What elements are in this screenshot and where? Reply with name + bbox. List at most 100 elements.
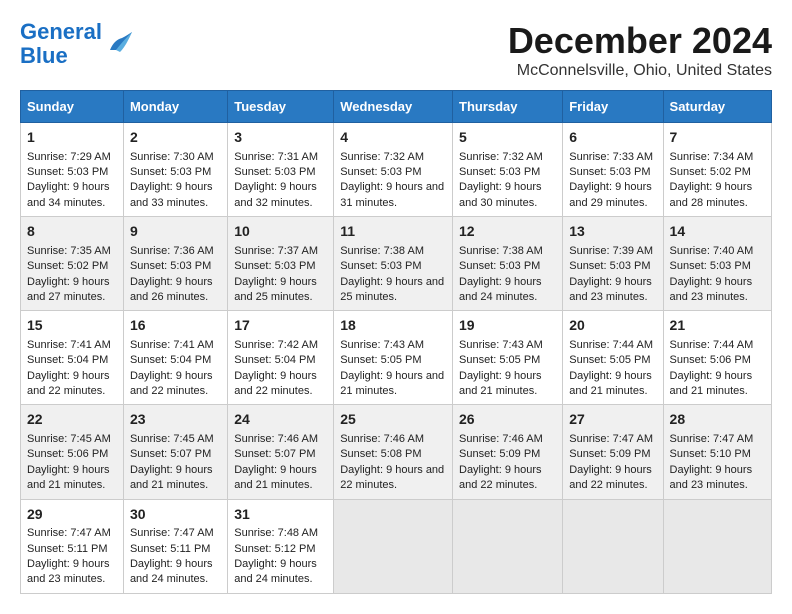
main-title: December 2024	[508, 20, 772, 62]
day-info: Daylight: 9 hours and 22 minutes.	[234, 369, 327, 400]
day-info: Sunrise: 7:37 AM	[234, 244, 327, 259]
day-info: Sunset: 5:03 PM	[130, 259, 221, 274]
day-number: 25	[340, 410, 446, 430]
day-info: Sunrise: 7:47 AM	[130, 526, 221, 541]
day-info: Sunrise: 7:45 AM	[27, 432, 117, 447]
column-header-tuesday: Tuesday	[228, 91, 334, 123]
day-info: Sunrise: 7:29 AM	[27, 150, 117, 165]
day-info: Sunset: 5:05 PM	[569, 353, 656, 368]
day-info: Sunset: 5:11 PM	[130, 542, 221, 557]
day-info: Sunrise: 7:41 AM	[27, 338, 117, 353]
calendar-cell: 13Sunrise: 7:39 AMSunset: 5:03 PMDayligh…	[563, 217, 663, 311]
calendar-cell: 25 Sunrise: 7:46 AMSunset: 5:08 PMDayligh…	[334, 405, 453, 499]
day-info: Daylight: 9 hours and 22 minutes.	[130, 369, 221, 400]
day-number: 31	[234, 505, 327, 525]
day-info: Sunset: 5:03 PM	[670, 259, 765, 274]
day-number: 24	[234, 410, 327, 430]
day-info: Sunrise: 7:39 AM	[569, 244, 656, 259]
day-number: 19	[459, 316, 556, 336]
day-info: Sunrise: 7:30 AM	[130, 150, 221, 165]
calendar-cell: 22Sunrise: 7:45 AMSunset: 5:06 PMDayligh…	[21, 405, 124, 499]
day-info: Sunset: 5:02 PM	[670, 165, 765, 180]
calendar-week-row: 1Sunrise: 7:29 AMSunset: 5:03 PMDaylight…	[21, 123, 772, 217]
calendar-cell: 30Sunrise: 7:47 AMSunset: 5:11 PMDayligh…	[123, 499, 227, 593]
day-info: Daylight: 9 hours and 23 minutes.	[569, 275, 656, 306]
day-number: 8	[27, 222, 117, 242]
calendar-cell	[334, 499, 453, 593]
calendar-week-row: 15Sunrise: 7:41 AMSunset: 5:04 PMDayligh…	[21, 311, 772, 405]
day-info: Sunrise: 7:47 AM	[27, 526, 117, 541]
calendar-cell: 7Sunrise: 7:34 AMSunset: 5:02 PMDaylight…	[663, 123, 771, 217]
title-section: December 2024 McConnelsville, Ohio, Unit…	[508, 20, 772, 80]
day-info: Sunset: 5:03 PM	[459, 165, 556, 180]
calendar-cell: 23Sunrise: 7:45 AMSunset: 5:07 PMDayligh…	[123, 405, 227, 499]
day-info: Sunrise: 7:46 AM	[459, 432, 556, 447]
calendar-cell: 24Sunrise: 7:46 AMSunset: 5:07 PMDayligh…	[228, 405, 334, 499]
day-info: Daylight: 9 hours and 21 minutes.	[569, 369, 656, 400]
day-info: Sunset: 5:03 PM	[569, 259, 656, 274]
day-info: Sunset: 5:02 PM	[27, 259, 117, 274]
calendar-header-row: SundayMondayTuesdayWednesdayThursdayFrid…	[21, 91, 772, 123]
day-info: Sunrise: 7:42 AM	[234, 338, 327, 353]
day-info: Sunrise: 7:32 AM	[459, 150, 556, 165]
day-info: Daylight: 9 hours and 21 minutes.	[27, 463, 117, 494]
calendar-cell	[663, 499, 771, 593]
calendar-cell: 2Sunrise: 7:30 AMSunset: 5:03 PMDaylight…	[123, 123, 227, 217]
day-number: 9	[130, 222, 221, 242]
day-info: Sunset: 5:08 PM	[340, 447, 446, 462]
day-info: Daylight: 9 hours and 21 minutes.	[130, 463, 221, 494]
calendar-cell: 9Sunrise: 7:36 AMSunset: 5:03 PMDaylight…	[123, 217, 227, 311]
day-info: Daylight: 9 hours and 22 minutes.	[340, 463, 446, 494]
calendar-cell: 26Sunrise: 7:46 AMSunset: 5:09 PMDayligh…	[453, 405, 563, 499]
day-info: Sunset: 5:03 PM	[340, 165, 446, 180]
day-info: Sunset: 5:03 PM	[569, 165, 656, 180]
day-info: Sunset: 5:07 PM	[234, 447, 327, 462]
day-info: Sunset: 5:03 PM	[340, 259, 446, 274]
calendar-cell: 18Sunrise: 7:43 AMSunset: 5:05 PMDayligh…	[334, 311, 453, 405]
day-info: Daylight: 9 hours and 27 minutes.	[27, 275, 117, 306]
day-info: Daylight: 9 hours and 23 minutes.	[670, 275, 765, 306]
day-info: Sunset: 5:03 PM	[130, 165, 221, 180]
day-number: 29	[27, 505, 117, 525]
logo: GeneralBlue	[20, 20, 136, 68]
column-header-wednesday: Wednesday	[334, 91, 453, 123]
day-number: 30	[130, 505, 221, 525]
day-info: Sunset: 5:04 PM	[130, 353, 221, 368]
calendar-cell: 15Sunrise: 7:41 AMSunset: 5:04 PMDayligh…	[21, 311, 124, 405]
calendar-cell	[453, 499, 563, 593]
column-header-friday: Friday	[563, 91, 663, 123]
calendar-table: SundayMondayTuesdayWednesdayThursdayFrid…	[20, 90, 772, 594]
day-info: Sunrise: 7:38 AM	[340, 244, 446, 259]
calendar-cell: 14Sunrise: 7:40 AMSunset: 5:03 PMDayligh…	[663, 217, 771, 311]
logo-bird-icon	[106, 30, 136, 58]
calendar-week-row: 8Sunrise: 7:35 AMSunset: 5:02 PMDaylight…	[21, 217, 772, 311]
column-header-monday: Monday	[123, 91, 227, 123]
day-info: Sunset: 5:03 PM	[234, 165, 327, 180]
day-info: Sunrise: 7:41 AM	[130, 338, 221, 353]
day-info: Daylight: 9 hours and 30 minutes.	[459, 180, 556, 211]
day-info: Sunrise: 7:44 AM	[670, 338, 765, 353]
day-info: Daylight: 9 hours and 34 minutes.	[27, 180, 117, 211]
calendar-cell: 6Sunrise: 7:33 AMSunset: 5:03 PMDaylight…	[563, 123, 663, 217]
day-info: Daylight: 9 hours and 28 minutes.	[670, 180, 765, 211]
day-info: Daylight: 9 hours and 22 minutes.	[27, 369, 117, 400]
day-info: Daylight: 9 hours and 21 minutes.	[670, 369, 765, 400]
day-info: Sunrise: 7:47 AM	[569, 432, 656, 447]
day-info: Daylight: 9 hours and 21 minutes.	[459, 369, 556, 400]
day-info: Daylight: 9 hours and 23 minutes.	[670, 463, 765, 494]
day-info: Sunrise: 7:32 AM	[340, 150, 446, 165]
day-number: 5	[459, 128, 556, 148]
calendar-week-row: 22Sunrise: 7:45 AMSunset: 5:06 PMDayligh…	[21, 405, 772, 499]
day-number: 16	[130, 316, 221, 336]
day-info: Sunrise: 7:34 AM	[670, 150, 765, 165]
day-info: Sunrise: 7:44 AM	[569, 338, 656, 353]
day-number: 6	[569, 128, 656, 148]
day-info: Daylight: 9 hours and 21 minutes.	[340, 369, 446, 400]
day-number: 10	[234, 222, 327, 242]
day-info: Daylight: 9 hours and 23 minutes.	[27, 557, 117, 588]
day-info: Daylight: 9 hours and 32 minutes.	[234, 180, 327, 211]
day-info: Sunrise: 7:46 AM	[340, 432, 446, 447]
day-info: Daylight: 9 hours and 24 minutes.	[234, 557, 327, 588]
day-number: 15	[27, 316, 117, 336]
calendar-cell: 27Sunrise: 7:47 AMSunset: 5:09 PMDayligh…	[563, 405, 663, 499]
